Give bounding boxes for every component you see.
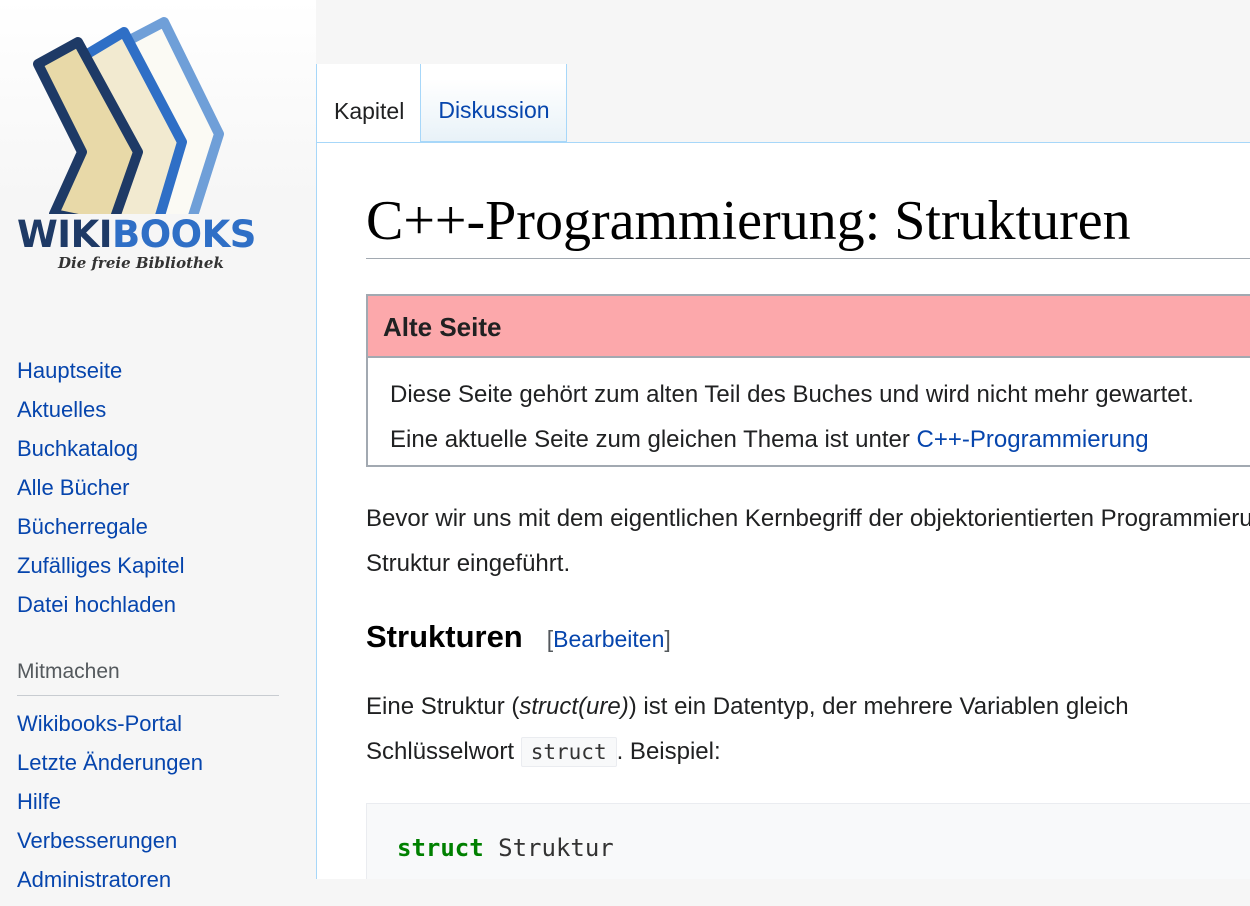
sidebar-link-wikibooks-portal[interactable]: Wikibooks-Portal xyxy=(17,711,182,736)
sidebar: WIKIBOOKS Die freie Bibliothek Hauptseit… xyxy=(0,0,316,892)
edit-section-link[interactable]: Bearbeiten xyxy=(553,626,664,652)
sidebar-item-aktuelles: Aktuelles xyxy=(17,397,185,436)
title-underline xyxy=(366,258,1250,259)
sidebar-link-aktuelles[interactable]: Aktuelles xyxy=(17,397,106,422)
notice-body: Diese Seite gehört zum alten Teil des Bu… xyxy=(368,358,1250,462)
sidebar-link-zufaelliges-kapitel[interactable]: Zufälliges Kapitel xyxy=(17,553,185,578)
sidebar-link-buchkatalog[interactable]: Buchkatalog xyxy=(17,436,138,461)
logo-tagline: Die freie Bibliothek xyxy=(58,254,224,272)
sidebar-link-datei-hochladen[interactable]: Datei hochladen xyxy=(17,592,176,617)
sidebar-item-verbesserungen: Verbesserungen xyxy=(17,828,203,867)
sidebar-link-administratoren[interactable]: Administratoren xyxy=(17,867,171,892)
notice-line-2-text: Eine aktuelle Seite zum gleichen Thema i… xyxy=(390,426,917,453)
logo-wordmark: WIKIBOOKS xyxy=(17,213,256,256)
code-keyword: struct xyxy=(397,834,484,862)
tab-diskussion[interactable]: Diskussion xyxy=(421,64,567,142)
page-tabs: Kapitel Diskussion xyxy=(316,64,567,144)
mitmachen-navigation: Wikibooks-Portal Letzte Änderungen Hilfe… xyxy=(17,711,203,906)
sidebar-item-hauptseite: Hauptseite xyxy=(17,358,185,397)
sidebar-item-hilfe: Hilfe xyxy=(17,789,203,828)
sidebar-link-alle-buecher[interactable]: Alle Bücher xyxy=(17,475,130,500)
section-edit: [Bearbeiten] xyxy=(547,626,671,652)
sidebar-link-hilfe[interactable]: Hilfe xyxy=(17,789,61,814)
sidebar-item-administratoren: Administratoren xyxy=(17,867,203,906)
sidebar-link-letzte-aenderungen[interactable]: Letzte Änderungen xyxy=(17,750,203,775)
notice-line-1: Diese Seite gehört zum alten Teil des Bu… xyxy=(390,381,1194,408)
intro-line-2: Struktur eingeführt. xyxy=(366,550,571,577)
notice-line-2: Eine aktuelle Seite zum gleichen Thema i… xyxy=(390,417,1250,462)
struct-text-prefix: Eine Struktur ( xyxy=(366,693,520,720)
sidebar-link-buecherregale[interactable]: Bücherregale xyxy=(17,514,148,539)
sidebar-item-datei-hochladen: Datei hochladen xyxy=(17,592,185,631)
sidebar-item-letzte-aenderungen: Letzte Änderungen xyxy=(17,750,203,789)
sidebar-item-zufaelliges-kapitel: Zufälliges Kapitel xyxy=(17,553,185,592)
main-navigation: Hauptseite Aktuelles Buchkatalog Alle Bü… xyxy=(17,358,185,631)
section-heading: Strukturen [Bearbeiten] xyxy=(366,619,671,655)
sidebar-item-wikibooks-portal: Wikibooks-Portal xyxy=(17,711,203,750)
struct-italic: struct(ure) xyxy=(519,693,629,720)
books-logo-icon xyxy=(33,17,224,214)
keyword-text: Schlüsselwort xyxy=(366,738,521,765)
struct-text-suffix: ) ist ein Datentyp, der mehrere Variable… xyxy=(628,693,1129,720)
sidebar-item-buchkatalog: Buchkatalog xyxy=(17,436,185,475)
tab-kapitel[interactable]: Kapitel xyxy=(316,64,422,142)
mitmachen-heading[interactable]: Mitmachen xyxy=(17,660,120,684)
sidebar-divider xyxy=(17,695,279,696)
struct-paragraph: Eine Struktur (struct(ure)) ist ein Date… xyxy=(366,684,1129,775)
code-identifier: Struktur xyxy=(483,834,614,862)
intro-paragraph: Bevor wir uns mit dem eigentlichen Kernb… xyxy=(366,496,1250,586)
sidebar-link-verbesserungen[interactable]: Verbesserungen xyxy=(17,828,177,853)
main-content: C++-Programmierung: Strukturen Alte Seit… xyxy=(316,142,1250,879)
section-title: Strukturen xyxy=(366,619,523,654)
code-line: struct Struktur xyxy=(397,834,614,862)
beispiel-text: . Beispiel: xyxy=(616,738,721,765)
edit-bracket-close: ] xyxy=(664,626,671,652)
inline-code-struct: struct xyxy=(520,737,617,767)
sidebar-item-buecherregale: Bücherregale xyxy=(17,514,185,553)
code-block: struct Struktur xyxy=(366,803,1250,879)
page-title: C++-Programmierung: Strukturen xyxy=(366,190,1131,252)
intro-line-1: Bevor wir uns mit dem eigentlichen Kernb… xyxy=(366,505,1250,532)
wikibooks-logo[interactable]: WIKIBOOKS Die freie Bibliothek xyxy=(14,14,264,279)
notice-current-page-link[interactable]: C++-Programmierung xyxy=(917,426,1149,453)
sidebar-link-hauptseite[interactable]: Hauptseite xyxy=(17,358,122,383)
sidebar-item-alle-buecher: Alle Bücher xyxy=(17,475,185,514)
old-page-notice: Alte Seite Diese Seite gehört zum alten … xyxy=(366,294,1250,467)
notice-title: Alte Seite xyxy=(368,296,1250,358)
